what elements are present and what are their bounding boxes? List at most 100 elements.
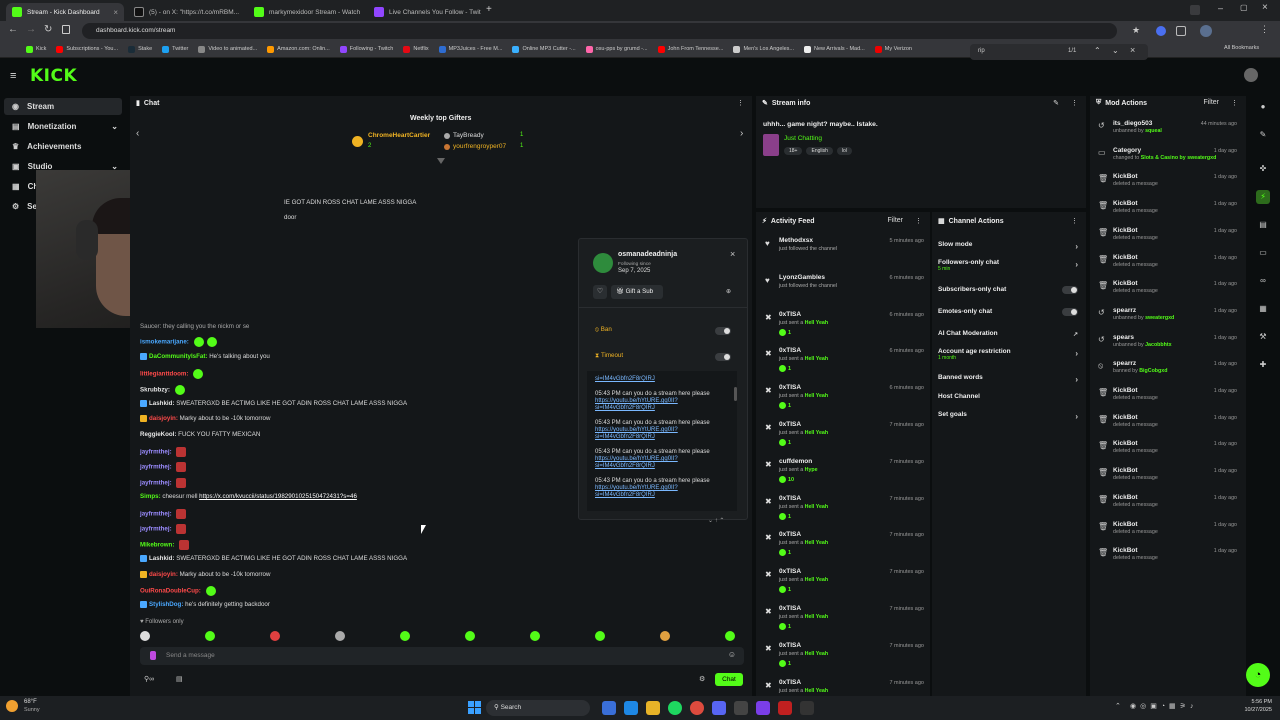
mod-action-target[interactable]: KickBot <box>1113 467 1138 474</box>
chat-username[interactable]: jayfrmthej: <box>140 480 172 487</box>
profile-avatar-icon[interactable] <box>1200 25 1212 37</box>
mod-action-target[interactable]: KickBot <box>1113 521 1138 528</box>
close-icon[interactable]: × <box>730 249 735 259</box>
mod-action-item[interactable]: ↺ spears unbanned by Jacobbhtx 1 day ago <box>1096 334 1240 361</box>
pencil-icon[interactable]: ✎ <box>1256 128 1270 142</box>
more-icon[interactable]: ⋮ <box>1071 217 1078 225</box>
chat-username[interactable]: Lashkid: <box>149 400 174 407</box>
user-avatar[interactable] <box>1244 68 1258 82</box>
wrench-icon[interactable]: ⚒ <box>1256 330 1270 344</box>
mod-action-item[interactable]: 🗑︎ KickBot deleted a message 1 day ago <box>1096 227 1240 254</box>
mod-action-actor[interactable]: BigCobgxd <box>1139 368 1167 374</box>
activity-item[interactable]: ✖ 0xTISA just sent a Hell Yeah 7 minutes ag… <box>760 568 928 604</box>
bookmark-2[interactable]: Stake <box>128 45 152 53</box>
mod-action-item[interactable]: ↺ its_diego503 unbanned by squeal 44 minute… <box>1096 120 1240 147</box>
activity-username[interactable]: 0xTISA <box>779 679 801 686</box>
windows-start-icon[interactable] <box>468 701 481 714</box>
find-next-icon[interactable]: ⌄ <box>1112 46 1119 55</box>
mod-action-item[interactable]: 🗑︎ KickBot deleted a message 1 day ago <box>1096 254 1240 281</box>
ban-toggle[interactable] <box>715 327 731 335</box>
mod-action-item[interactable]: ↺ spearrz unbanned by sweatergxd 1 day ago <box>1096 307 1240 334</box>
mod-action-target[interactable]: KickBot <box>1113 494 1138 501</box>
gifter-name[interactable]: ChromeHeartCartier <box>368 132 430 139</box>
activity-item[interactable]: ✖ 0xTISA just sent a Hell Yeah 7 minutes ag… <box>760 605 928 641</box>
mod-action-target[interactable]: KickBot <box>1113 387 1138 394</box>
timeout-toggle[interactable] <box>715 353 731 361</box>
bookmark-0[interactable]: Kick <box>26 45 46 53</box>
chat-layout-icon[interactable]: ▤ <box>176 675 183 683</box>
chat-username[interactable]: Skrubbzy: <box>140 387 170 394</box>
mod-action-target[interactable]: KickBot <box>1113 200 1138 207</box>
teams-icon[interactable] <box>624 701 638 715</box>
sidebar-item-stream[interactable]: ◉ Stream <box>4 98 122 115</box>
message-link[interactable]: https://youtu.be/hYtURE.gg0II?si=IM4vGbf… <box>595 427 678 440</box>
find-input[interactable]: rip <box>978 48 985 54</box>
chat-settings-link-icon[interactable]: ⚲∞ <box>144 675 154 683</box>
weather-temp[interactable]: 68°F <box>24 699 37 705</box>
crosshair-icon[interactable]: ✜ <box>1256 162 1270 176</box>
activity-username[interactable]: 0xTISA <box>779 347 801 354</box>
filter-button[interactable]: Filter <box>1203 99 1219 107</box>
add-widget-icon[interactable]: ✚ <box>1256 358 1270 372</box>
info-icon[interactable]: ● <box>1256 100 1270 114</box>
all-bookmarks[interactable]: All Bookmarks <box>1224 45 1259 51</box>
discord-icon[interactable] <box>712 701 726 715</box>
forward-icon[interactable]: → <box>26 24 36 35</box>
mod-action-actor[interactable]: squeal <box>1145 128 1162 134</box>
message-link[interactable]: si=IM4vGbfn2F8rQIRJ <box>595 376 655 382</box>
message-link[interactable]: https://youtu.be/hYtURE.gg0II?si=IM4vGbf… <box>595 485 678 498</box>
chat-username[interactable]: jayfrmthej: <box>140 464 172 471</box>
link-icon[interactable]: ∞ <box>1256 274 1270 288</box>
activity-item[interactable]: ✖ 0xTISA just sent a Hell Yeah 7 minutes ag… <box>760 421 928 457</box>
taskbar-search[interactable]: ⚲ Search <box>486 700 590 716</box>
emote-icon[interactable] <box>140 631 150 641</box>
tray-icons[interactable]: ◉◎▣◔▦⚞♪ <box>1130 702 1197 710</box>
mod-action-target[interactable]: KickBot <box>1113 547 1138 554</box>
hamburger-menu-icon[interactable]: ≡ <box>10 70 16 82</box>
mod-action-item[interactable]: 🗑︎ KickBot deleted a message 1 day ago <box>1096 440 1240 467</box>
gifters-prev-icon[interactable]: ‹ <box>136 128 139 139</box>
activity-username[interactable]: 0xTISA <box>779 384 801 391</box>
chat-link[interactable]: https://x.com/kvuccii/status/19829010251… <box>199 493 357 500</box>
kick-logo[interactable]: KICK <box>30 66 77 86</box>
emote-icon[interactable] <box>465 631 475 641</box>
edit-icon[interactable]: ✎ <box>1053 99 1059 107</box>
chat-username[interactable]: ReggieKool: <box>140 431 176 438</box>
chat-username[interactable]: ismokemarijane: <box>140 339 189 346</box>
chat-username[interactable]: jayfrmthej: <box>140 449 172 456</box>
chat-username[interactable]: Simps: <box>140 493 161 500</box>
mod-action-actor[interactable]: Slots & Casino by sweatergxd <box>1141 155 1217 161</box>
channel-action-set-goals[interactable]: Set goals › <box>938 411 1082 427</box>
activity-username[interactable]: 0xTISA <box>779 495 801 502</box>
file-explorer-icon[interactable] <box>646 701 660 715</box>
mod-action-target[interactable]: KickBot <box>1113 173 1138 180</box>
mod-action-target[interactable]: KickBot <box>1113 254 1138 261</box>
sidebar-item-monetization[interactable]: ▤ Monetization ⌄ <box>4 118 122 135</box>
find-prev-icon[interactable]: ⌃ <box>1094 46 1101 55</box>
menu-kebab-icon[interactable]: ⋮ <box>1260 24 1269 35</box>
toggle-switch[interactable] <box>1062 286 1078 294</box>
chat-username[interactable]: littlegianttdoom: <box>140 371 188 378</box>
channel-action-subscribers-only-chat[interactable]: Subscribers-only chat <box>938 286 1082 302</box>
browser-tab-1[interactable]: (5) - on X: "https://t.co/mRBM... × <box>128 3 244 21</box>
emote-icon[interactable] <box>530 631 540 641</box>
mod-action-target[interactable]: KickBot <box>1113 440 1138 447</box>
chat-bubble-icon[interactable]: ▭ <box>1256 246 1270 260</box>
tray-chevron-icon[interactable]: ⌃ <box>1115 702 1121 710</box>
maximize-icon[interactable]: ▢ <box>1240 3 1248 12</box>
bookmark-12[interactable]: Men's Los Angeles... <box>733 45 794 53</box>
mod-action-target[interactable]: spearrz <box>1113 307 1136 314</box>
toggle-switch[interactable] <box>1062 308 1078 316</box>
mod-action-item[interactable]: 🗑︎ KickBot deleted a message 1 day ago <box>1096 280 1240 307</box>
mod-action-item[interactable]: ▭ Category changed to Slots & Casino by sw… <box>1096 147 1240 174</box>
mod-action-target[interactable]: KickBot <box>1113 280 1138 287</box>
bolt-icon[interactable]: ⚡︎ <box>1256 190 1270 204</box>
mod-action-item[interactable]: 🗑︎ KickBot deleted a message 1 day ago <box>1096 494 1240 521</box>
emote-icon[interactable] <box>400 631 410 641</box>
new-tab-icon[interactable]: + <box>486 4 492 15</box>
activity-username[interactable]: 0xTISA <box>779 311 801 318</box>
camera-icon[interactable] <box>734 701 748 715</box>
category-name[interactable]: Just Chatting <box>784 135 822 142</box>
close-icon[interactable]: × <box>113 8 118 17</box>
help-chat-button[interactable]: ◔ <box>1246 663 1270 687</box>
